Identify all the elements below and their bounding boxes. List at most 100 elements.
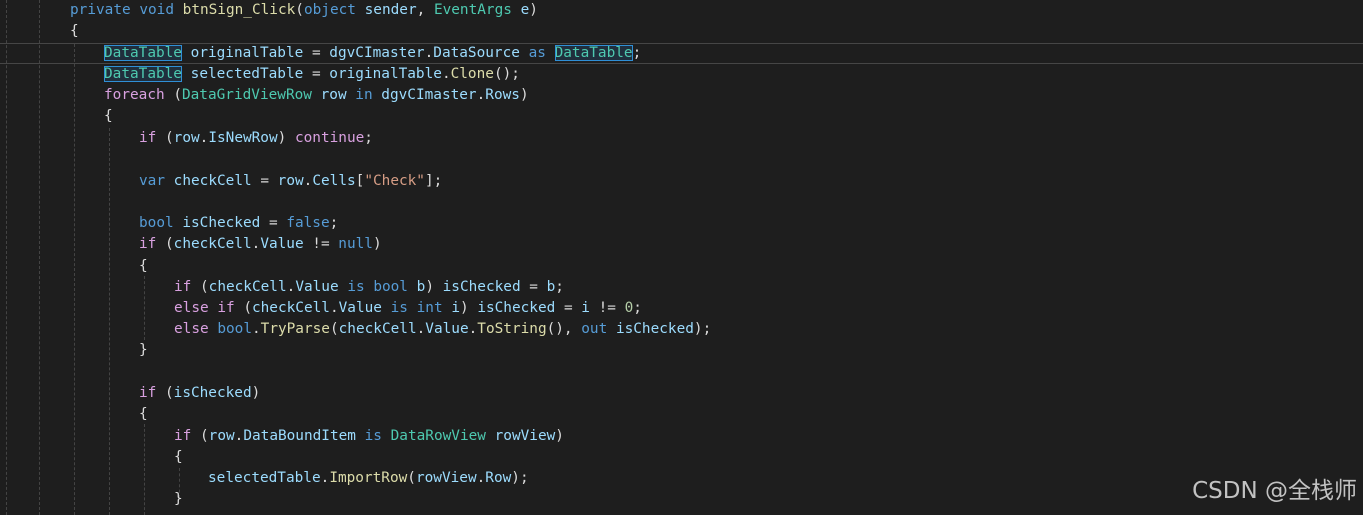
code-token: isChecked	[173, 385, 252, 401]
code-line[interactable]: if (row.DataBoundItem is DataRowView row…	[174, 426, 564, 447]
code-token: )	[529, 2, 538, 18]
code-token: ImportRow	[329, 470, 408, 486]
code-token: {	[104, 108, 113, 124]
code-token: DataTable	[104, 45, 182, 61]
code-line[interactable]: selectedTable.ImportRow(rowView.Row);	[208, 468, 529, 489]
code-line[interactable]: if (row.IsNewRow) continue;	[139, 128, 373, 149]
code-token: continue	[294, 130, 365, 146]
code-token: void	[139, 2, 174, 18]
code-token: false	[286, 215, 330, 231]
code-token: .	[468, 321, 478, 337]
code-token: DataGridViewRow	[181, 87, 312, 103]
code-line[interactable]: {	[174, 447, 183, 468]
code-token: int	[416, 300, 443, 316]
code-token: dgvCImaster	[381, 87, 477, 103]
code-line[interactable]: private void btnSign_Click(object sender…	[70, 0, 538, 21]
code-token: foreach	[104, 87, 165, 103]
code-token: var	[139, 173, 165, 189]
code-line[interactable]: DataTable selectedTable = originalTable.…	[104, 64, 520, 85]
code-token: if	[174, 279, 192, 295]
code-token: btnSign_Click	[182, 2, 296, 18]
code-token: rowView	[494, 428, 556, 444]
code-token: bool	[217, 321, 252, 337]
code-token: =	[303, 45, 330, 61]
code-token: rowView	[415, 470, 477, 486]
code-token: .	[329, 300, 339, 316]
code-token: in	[355, 87, 373, 103]
code-token: EventArgs	[433, 2, 512, 18]
code-token: (	[156, 385, 174, 401]
code-token: .	[286, 279, 296, 295]
code-token: (	[407, 470, 416, 486]
code-token: as	[528, 45, 546, 61]
code-token: Clone	[450, 66, 494, 82]
code-token: private	[70, 2, 131, 18]
code-token: isChecked	[442, 279, 521, 295]
code-line[interactable]: {	[70, 21, 79, 42]
code-token: .	[416, 321, 426, 337]
code-token: DataRowView	[390, 428, 486, 444]
code-token: originalTable	[190, 45, 304, 61]
code-token: originalTable	[329, 66, 442, 82]
code-token: row	[277, 173, 304, 189]
code-token: !=	[303, 236, 339, 252]
code-line[interactable]: foreach (DataGridViewRow row in dgvCImas…	[104, 85, 529, 106]
code-token: TryParse	[260, 321, 330, 337]
code-token: .	[320, 470, 330, 486]
code-token: Value	[425, 321, 469, 337]
code-token: (	[234, 300, 252, 316]
code-token: DataTable	[104, 66, 182, 82]
code-token: )	[519, 87, 529, 103]
code-line[interactable]: }	[174, 489, 183, 510]
code-token: ;	[329, 215, 339, 231]
code-token: !=	[589, 300, 625, 316]
code-line[interactable]: DataTable originalTable = dgvCImaster.Da…	[104, 43, 641, 64]
code-token: row	[173, 130, 200, 146]
code-token: =	[303, 66, 330, 82]
code-token: );	[693, 321, 712, 337]
code-token: else	[174, 300, 209, 316]
code-token: bool	[139, 215, 174, 231]
code-line[interactable]: if (isChecked)	[139, 383, 260, 404]
code-token: .	[424, 45, 434, 61]
code-token: "Check"	[364, 173, 425, 189]
code-line[interactable]: bool isChecked = false;	[139, 213, 338, 234]
code-token: checkCell	[173, 236, 252, 252]
code-editor[interactable]: private void btnSign_Click(object sender…	[0, 0, 1363, 515]
code-token: if	[217, 300, 235, 316]
code-token: Cells	[312, 173, 356, 189]
code-token: is	[364, 428, 382, 444]
code-line[interactable]: var checkCell = row.Cells["Check"];	[139, 171, 442, 192]
code-line[interactable]: else bool.TryParse(checkCell.Value.ToStr…	[174, 319, 711, 340]
code-line[interactable]: }	[139, 340, 148, 361]
code-token: .	[476, 87, 486, 103]
code-token: bool	[373, 279, 408, 295]
code-token: .	[441, 66, 451, 82]
code-token: if	[139, 385, 157, 401]
code-line[interactable]: if (checkCell.Value != null)	[139, 234, 382, 255]
code-token: checkCell	[208, 279, 287, 295]
code-token: ];	[424, 173, 443, 189]
code-line[interactable]: {	[139, 256, 148, 277]
code-token: out	[581, 321, 608, 337]
code-line[interactable]: {	[104, 106, 113, 127]
watermark: CSDN @全栈师	[1192, 478, 1357, 504]
code-token: (	[156, 236, 174, 252]
code-line[interactable]: else if (checkCell.Value is int i) isChe…	[174, 298, 642, 319]
code-token: row	[320, 87, 347, 103]
code-line[interactable]: if (checkCell.Value is bool b) isChecked…	[174, 277, 564, 298]
code-token: IsNewRow	[208, 130, 278, 146]
code-token: )	[277, 130, 295, 146]
indent-guide	[144, 276, 145, 340]
code-line[interactable]: {	[139, 404, 148, 425]
